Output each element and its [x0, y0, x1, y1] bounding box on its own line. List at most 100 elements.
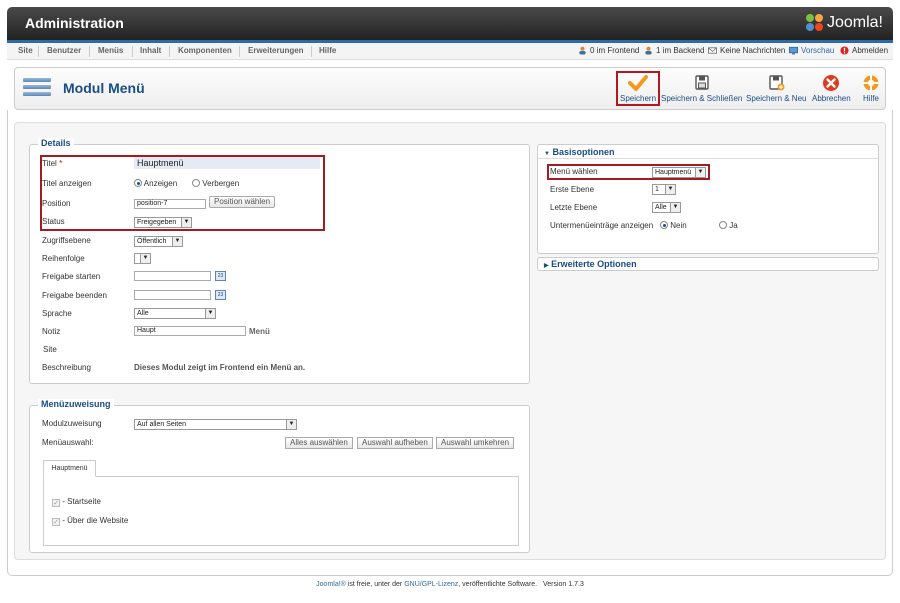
publish-down-input[interactable]	[134, 290, 211, 300]
checkbox-checked-icon: ✓	[52, 518, 60, 526]
backend-users-label: 1 im Backend	[656, 46, 705, 55]
publish-up-label: Freigabe starten	[42, 272, 101, 281]
menu-item-home[interactable]: ✓ - Startseite	[52, 497, 101, 507]
invert-selection-button[interactable]: Auswahl umkehren	[436, 437, 515, 449]
preview-link[interactable]: Vorschau	[789, 46, 834, 55]
calendar-icon[interactable]: 23	[215, 290, 226, 300]
menu-users[interactable]: Benutzer	[47, 46, 81, 55]
menu-separator	[89, 46, 90, 57]
footer-version: Version 1.7.3	[542, 581, 584, 588]
assignment-legend: Menüzuweisung	[38, 399, 114, 409]
users-icon	[645, 46, 652, 55]
menu-site[interactable]: Site	[18, 46, 33, 55]
menu-selection-label: Menüauswahl:	[42, 438, 94, 447]
chevron-down-icon: ▼	[665, 185, 675, 194]
note-input[interactable]: Haupt	[134, 326, 246, 336]
module-icon	[23, 76, 51, 102]
access-select-value: Öffentlich	[137, 238, 167, 245]
menu-item-about[interactable]: ✓ - Über die Website	[52, 516, 128, 526]
help-button[interactable]: Hilfe	[861, 74, 881, 103]
radio-unselected-icon	[719, 221, 727, 229]
note-label: Notiz	[42, 327, 61, 336]
menu-help[interactable]: Hilfe	[319, 46, 336, 55]
advanced-options-title: Erweiterte Optionen	[551, 259, 637, 269]
show-title-option-hide[interactable]: Verbergen	[192, 179, 239, 188]
required-mark: *	[59, 159, 63, 168]
site-label: Site	[43, 345, 57, 354]
toolbar: Modul Menü Speichern Speichern & Schließ…	[14, 67, 886, 110]
joomla-logo-text: Joomla!	[826, 14, 883, 31]
logout-link[interactable]: Abmelden	[840, 46, 888, 55]
frontend-users-label: 0 im Frontend	[590, 46, 640, 55]
menu-separator	[239, 46, 240, 57]
title-input[interactable]: Hauptmenü	[134, 157, 320, 169]
assignment-panel: Menüzuweisung Modulzuweisung Auf allen S…	[29, 399, 530, 553]
triangle-down-icon: ▼	[544, 151, 550, 157]
monitor-icon	[789, 46, 798, 55]
cancel-button[interactable]: Abbrechen	[812, 74, 851, 103]
frontend-users[interactable]: 0 im Frontend	[578, 46, 639, 55]
show-submenu-yes[interactable]: Ja	[719, 221, 738, 230]
basic-options-header[interactable]: ▼ Basisoptionen	[538, 145, 878, 159]
start-level-select[interactable]: 1 ▼	[652, 184, 676, 195]
menu-select[interactable]: Hauptmenü ▼	[652, 167, 706, 178]
license-link[interactable]: GNU/GPL-Lizenz	[404, 581, 458, 588]
order-select[interactable]: ▼	[134, 253, 151, 264]
position-input[interactable]: position-7	[134, 199, 206, 209]
save-button[interactable]: Speichern	[616, 71, 661, 106]
details-panel: Details Titel * Hauptmenü Titel anzeigen…	[29, 138, 530, 384]
deselect-button[interactable]: Auswahl aufheben	[357, 437, 433, 449]
show-submenu-no-label: Nein	[670, 221, 687, 230]
footer-text-2: , veröffentlichte Software.	[458, 581, 538, 588]
admin-title: Administration	[25, 15, 124, 31]
show-submenu-label: Untermenüeinträge anzeigen	[550, 221, 654, 230]
radio-selected-icon	[660, 221, 668, 229]
status-select[interactable]: Freigegeben ▼	[134, 217, 192, 228]
disk-icon	[694, 75, 709, 90]
show-title-option-show[interactable]: Anzeigen	[134, 179, 177, 188]
select-all-button[interactable]: Alles auswählen	[285, 437, 353, 449]
joomla-link[interactable]: Joomla!®	[316, 581, 346, 588]
start-level-value: 1	[655, 186, 659, 193]
menu-select-value: Hauptmenü	[655, 169, 692, 176]
save-close-button[interactable]: Speichern & Schließen	[661, 74, 742, 103]
menu-menus[interactable]: Menüs	[98, 46, 123, 55]
mail-icon	[708, 47, 717, 54]
show-submenu-no[interactable]: Nein	[660, 221, 687, 230]
tab-hauptmenu[interactable]: Hauptmenü	[43, 460, 96, 477]
order-label: Reihenfolge	[42, 254, 85, 263]
save-label: Speichern	[620, 94, 657, 103]
module-assign-label: Modulzuweisung	[42, 419, 102, 428]
menu-extensions[interactable]: Erweiterungen	[248, 46, 304, 55]
save-close-label: Speichern & Schließen	[661, 94, 743, 103]
basic-options-toggle: ▼ Basisoptionen	[544, 147, 614, 157]
language-select[interactable]: Alle ▼	[134, 308, 216, 319]
publish-up-input[interactable]	[134, 271, 211, 281]
backend-users[interactable]: 1 im Backend	[644, 46, 704, 55]
status-label: Status	[42, 217, 65, 226]
advanced-options-toggle: ▶ Erweiterte Optionen	[544, 259, 637, 269]
module-assign-select[interactable]: Auf allen Seiten ▼	[134, 419, 297, 430]
logout-icon	[840, 46, 849, 55]
menu-components[interactable]: Komponenten	[178, 46, 232, 55]
checkmark-icon	[628, 75, 649, 91]
calendar-icon[interactable]: 23	[215, 271, 226, 281]
messages-label: Keine Nachrichten	[720, 46, 786, 55]
access-select[interactable]: Öffentlich ▼	[134, 236, 183, 247]
menu-content[interactable]: Inhalt	[140, 46, 161, 55]
joomla-logo[interactable]: Joomla!	[805, 12, 883, 34]
radio-selected-icon	[134, 179, 142, 187]
footer-text-1: ist freie, unter der	[345, 581, 405, 588]
save-new-label: Speichern & Neu	[746, 94, 807, 103]
users-icon	[579, 46, 586, 55]
select-position-button[interactable]: Position wählen	[209, 196, 276, 208]
end-level-select[interactable]: Alle ▼	[652, 202, 681, 213]
language-label: Sprache	[42, 309, 72, 318]
advanced-options-header[interactable]: ▶ Erweiterte Optionen	[537, 257, 879, 271]
messages[interactable]: Keine Nachrichten	[708, 46, 785, 55]
triangle-right-icon: ▶	[544, 263, 549, 269]
disk-plus-icon	[769, 75, 785, 91]
position-label: Position	[42, 199, 71, 208]
description-text: Dieses Modul zeigt im Frontend ein Menü …	[134, 363, 306, 372]
save-new-button[interactable]: Speichern & Neu	[746, 74, 806, 103]
